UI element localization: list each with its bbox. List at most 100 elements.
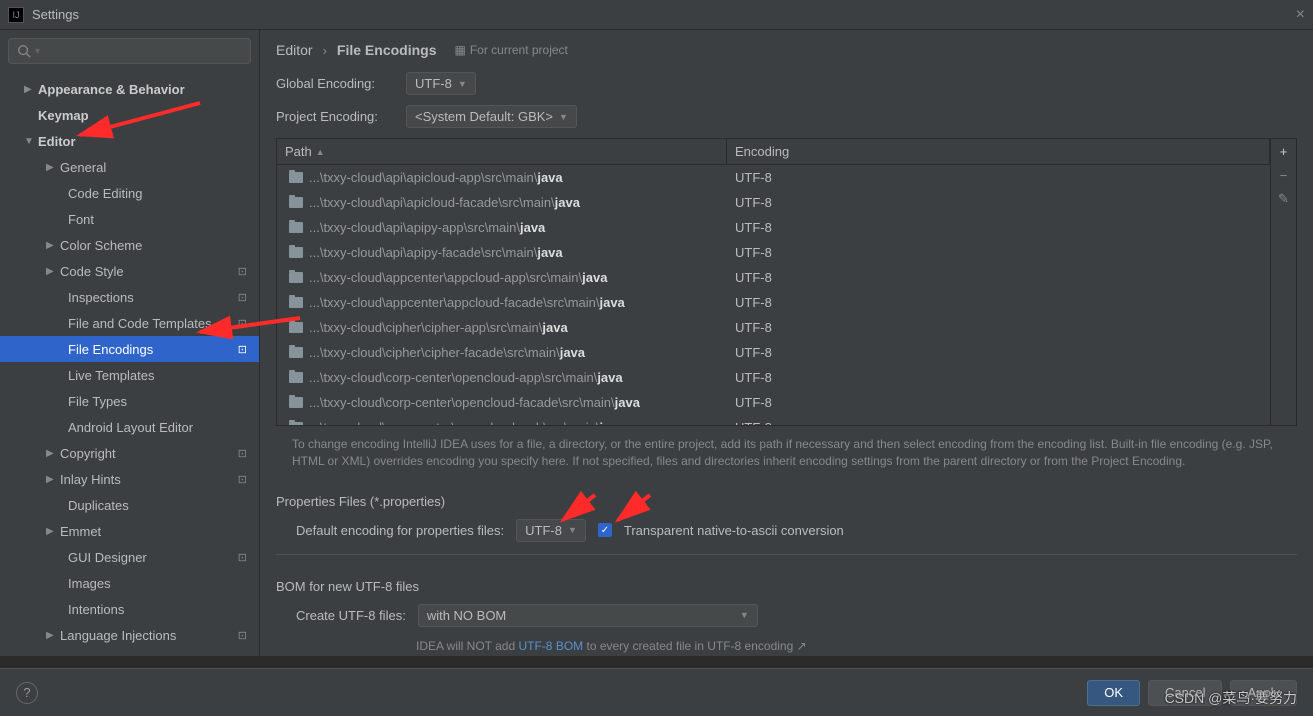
encoding-hint: To change encoding IntelliJ IDEA uses fo… <box>276 426 1297 480</box>
create-utf8-combo[interactable]: with NO BOM▼ <box>418 604 758 627</box>
expand-icon: ▶ <box>46 162 60 173</box>
gear-icon: ⊡ <box>238 473 247 486</box>
table-row[interactable]: ...\txxy-cloud\appcenter\appcloud-app\sr… <box>277 265 1270 290</box>
transparent-ascii-label: Transparent native-to-ascii conversion <box>624 523 844 538</box>
table-row[interactable]: ...\txxy-cloud\appcenter\appcloud-facade… <box>277 290 1270 315</box>
for-current-project: ▦For current project <box>455 43 568 57</box>
table-row[interactable]: ...\txxy-cloud\api\apicloud-facade\src\m… <box>277 190 1270 215</box>
dialog-footer: ? OK Cancel Apply <box>0 668 1313 716</box>
folder-icon <box>289 372 303 383</box>
folder-icon <box>289 172 303 183</box>
tree-item-inspections[interactable]: Inspections⊡ <box>0 284 259 310</box>
chevron-right-icon: › <box>323 43 327 58</box>
tree-item-code-style[interactable]: ▶Code Style⊡ <box>0 258 259 284</box>
search-input[interactable]: ▾ <box>8 38 251 64</box>
gear-icon: ⊡ <box>238 551 247 564</box>
tree-item-appearance-behavior[interactable]: ▶Appearance & Behavior <box>0 76 259 102</box>
tree-item-images[interactable]: Images <box>0 570 259 596</box>
tree-item-intentions[interactable]: Intentions <box>0 596 259 622</box>
window-title: Settings <box>32 7 1296 22</box>
default-properties-encoding-label: Default encoding for properties files: <box>296 523 504 538</box>
watermark: CSDN @菜鸟·要努力 <box>1165 688 1297 708</box>
tree-item-file-and-code-templates[interactable]: File and Code Templates⊡ <box>0 310 259 336</box>
remove-row-button[interactable]: − <box>1271 163 1297 187</box>
default-properties-encoding-combo[interactable]: UTF-8▼ <box>516 519 586 542</box>
expand-icon: ▶ <box>46 656 60 657</box>
ok-button[interactable]: OK <box>1087 680 1140 706</box>
folder-icon <box>289 297 303 308</box>
table-row[interactable]: ...\txxy-cloud\corp-center\opencloud-fac… <box>277 390 1270 415</box>
gear-icon: ⊡ <box>238 343 247 356</box>
table-row[interactable]: ...\txxy-cloud\api\apipy-app\src\main\ja… <box>277 215 1270 240</box>
tree-item-code-editing[interactable]: Code Editing <box>0 180 259 206</box>
table-header-encoding[interactable]: Encoding <box>727 139 1270 164</box>
table-row[interactable]: ...\txxy-cloud\api\apicloud-app\src\main… <box>277 165 1270 190</box>
folder-icon <box>289 222 303 233</box>
gear-icon: ⊡ <box>238 317 247 330</box>
tree-item-duplicates[interactable]: Duplicates <box>0 492 259 518</box>
folder-icon <box>289 272 303 283</box>
tree-item-inlay-hints[interactable]: ▶Inlay Hints⊡ <box>0 466 259 492</box>
tree-item-gui-designer[interactable]: GUI Designer⊡ <box>0 544 259 570</box>
table-row[interactable]: ...\txxy-cloud\cipher\cipher-app\src\mai… <box>277 315 1270 340</box>
folder-icon <box>289 247 303 258</box>
tree-item-editor[interactable]: ▼Editor <box>0 128 259 154</box>
tree-item-file-encodings[interactable]: File Encodings⊡ <box>0 336 259 362</box>
settings-tree[interactable]: ▶Appearance & BehaviorKeymap▼Editor▶Gene… <box>0 72 259 656</box>
expand-icon: ▶ <box>46 474 60 485</box>
folder-icon <box>289 397 303 408</box>
gear-icon: ⊡ <box>238 629 247 642</box>
external-link-icon: ↗ <box>797 639 807 653</box>
expand-icon: ▶ <box>46 448 60 459</box>
expand-icon: ▶ <box>24 84 38 95</box>
table-header-path[interactable]: Path ▲ <box>277 139 727 164</box>
tree-item-emmet[interactable]: ▶Emmet <box>0 518 259 544</box>
edit-row-button[interactable]: ✎ <box>1271 187 1297 211</box>
expand-icon: ▶ <box>46 630 60 641</box>
tree-item-proofreading[interactable]: ▶Proofreading <box>0 648 259 656</box>
project-encoding-combo[interactable]: <System Default: GBK>▼ <box>406 105 577 128</box>
project-icon: ▦ <box>455 43 466 57</box>
expand-icon: ▶ <box>46 526 60 537</box>
tree-item-general[interactable]: ▶General <box>0 154 259 180</box>
bom-note: IDEA will NOT add UTF-8 BOM to every cre… <box>416 639 1297 653</box>
tree-item-color-scheme[interactable]: ▶Color Scheme <box>0 232 259 258</box>
caret-down-icon: ▼ <box>740 610 749 620</box>
table-row[interactable]: ...\txxy-cloud\api\apipy-facade\src\main… <box>277 240 1270 265</box>
help-button[interactable]: ? <box>16 682 38 704</box>
folder-icon <box>289 422 303 425</box>
caret-down-icon: ▼ <box>559 112 568 122</box>
encoding-table: Path ▲ Encoding ...\txxy-cloud\api\apicl… <box>276 138 1297 426</box>
gear-icon: ⊡ <box>238 447 247 460</box>
divider <box>276 554 1297 555</box>
close-icon[interactable]: × <box>1296 6 1305 24</box>
gear-icon: ⊡ <box>238 291 247 304</box>
breadcrumb-editor[interactable]: Editor <box>276 42 313 58</box>
tree-item-font[interactable]: Font <box>0 206 259 232</box>
global-encoding-label: Global Encoding: <box>276 76 396 91</box>
gear-icon: ⊡ <box>238 265 247 278</box>
tree-item-file-types[interactable]: File Types <box>0 388 259 414</box>
transparent-ascii-checkbox[interactable]: ✓ <box>598 523 612 537</box>
tree-item-copyright[interactable]: ▶Copyright⊡ <box>0 440 259 466</box>
tree-item-live-templates[interactable]: Live Templates <box>0 362 259 388</box>
tree-item-language-injections[interactable]: ▶Language Injections⊡ <box>0 622 259 648</box>
expand-icon: ▼ <box>24 136 38 147</box>
table-row[interactable]: ...\txxy-cloud\corp-center\opencloud-app… <box>277 365 1270 390</box>
project-encoding-label: Project Encoding: <box>276 109 396 124</box>
add-row-button[interactable]: + <box>1271 139 1297 163</box>
global-encoding-combo[interactable]: UTF-8▼ <box>406 72 476 95</box>
folder-icon <box>289 197 303 208</box>
tree-item-keymap[interactable]: Keymap <box>0 102 259 128</box>
tree-item-android-layout-editor[interactable]: Android Layout Editor <box>0 414 259 440</box>
caret-down-icon: ▼ <box>568 525 577 535</box>
app-icon: IJ <box>8 7 24 23</box>
bom-title: BOM for new UTF-8 files <box>276 579 1297 594</box>
expand-icon: ▶ <box>46 240 60 251</box>
expand-icon: ▶ <box>46 266 60 277</box>
table-row[interactable]: ...\txxy-cloud\cipher\cipher-facade\src\… <box>277 340 1270 365</box>
table-row[interactable]: ...\txxy-cloud\corp-center\opencloud-web… <box>277 415 1270 425</box>
folder-icon <box>289 347 303 358</box>
breadcrumb: Editor › File Encodings ▦For current pro… <box>276 42 1297 58</box>
utf8-bom-link[interactable]: UTF-8 BOM <box>518 639 583 653</box>
